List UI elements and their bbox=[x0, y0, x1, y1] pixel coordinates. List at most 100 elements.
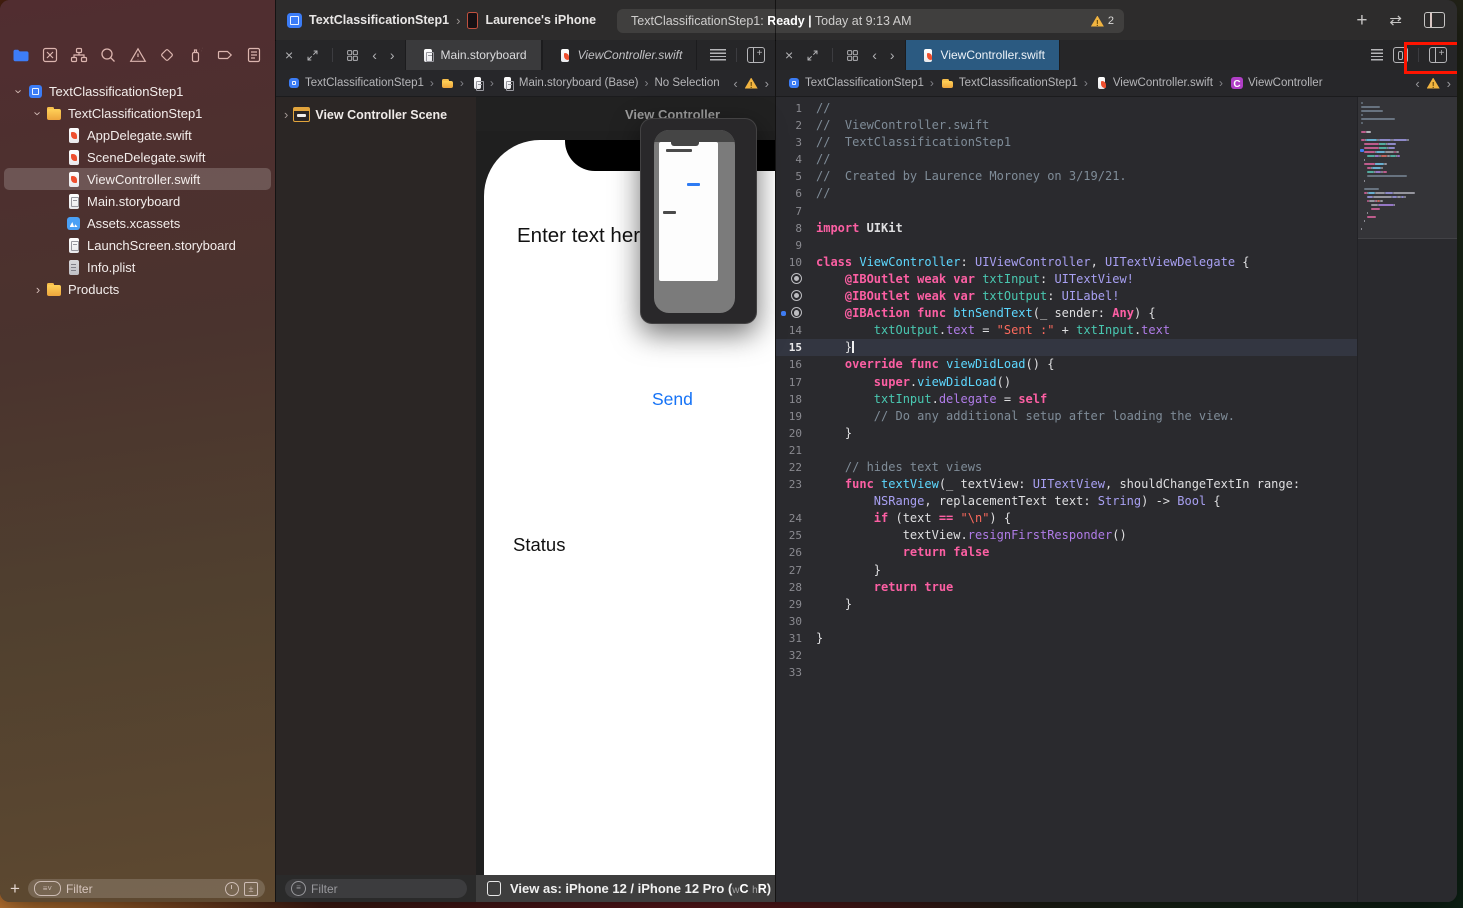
issue-navigator-icon[interactable] bbox=[129, 46, 147, 64]
device-bar[interactable]: View as: iPhone 12 / iPhone 12 Pro (wC h… bbox=[476, 875, 775, 902]
text-view-placeholder[interactable]: Enter text here bbox=[517, 224, 651, 248]
warning-icon[interactable] bbox=[1091, 16, 1104, 27]
focus-editor-icon[interactable] bbox=[306, 49, 319, 62]
run-destination[interactable]: Laurence's iPhone bbox=[485, 13, 596, 27]
minimap[interactable] bbox=[1357, 97, 1457, 902]
code-line[interactable]: 26 return false bbox=[776, 544, 1358, 561]
pane-divider[interactable] bbox=[775, 0, 776, 902]
view-controller-scene-row[interactable]: › View Controller Scene bbox=[284, 107, 476, 122]
code-line[interactable]: 15 } bbox=[776, 339, 1358, 356]
warning-icon[interactable] bbox=[745, 78, 758, 89]
disclosure-chevron-icon[interactable]: › bbox=[284, 107, 288, 122]
test-navigator-icon[interactable] bbox=[158, 46, 176, 64]
breadcrumb-item[interactable]: TextClassificationStep1 bbox=[940, 77, 1078, 89]
code-line[interactable]: 14 txtOutput.text = "Sent :" + txtInput.… bbox=[776, 322, 1358, 339]
code-line[interactable]: 8import UIKit bbox=[776, 220, 1358, 237]
outline-filter-field[interactable]: ≡ Filter bbox=[285, 879, 467, 898]
library-plus-icon[interactable]: + bbox=[1356, 11, 1367, 30]
file-row[interactable]: ›TextClassificationStep1 bbox=[4, 80, 271, 102]
code-line[interactable]: 4// bbox=[776, 151, 1358, 168]
screenshot-drag-preview[interactable] bbox=[640, 118, 757, 324]
add-file-button[interactable]: + bbox=[10, 879, 20, 899]
send-button[interactable]: Send bbox=[652, 389, 693, 410]
scheme-name[interactable]: TextClassificationStep1 bbox=[309, 13, 449, 27]
file-row[interactable]: ›Info.plist bbox=[4, 256, 271, 278]
tab-viewcontroller-preview[interactable]: ViewController.swift bbox=[542, 40, 698, 70]
report-navigator-icon[interactable] bbox=[245, 46, 263, 64]
code-line[interactable]: @IBAction func btnSendText(_ sender: Any… bbox=[776, 305, 1358, 322]
source-control-navigator-icon[interactable] bbox=[41, 46, 59, 64]
code-line[interactable]: 20 } bbox=[776, 425, 1358, 442]
recent-files-icon[interactable] bbox=[225, 882, 239, 896]
code-line[interactable]: 18 txtInput.delegate = self bbox=[776, 391, 1358, 408]
breadcrumb-item[interactable]: No Selection bbox=[654, 77, 719, 89]
file-row[interactable]: ›SceneDelegate.swift bbox=[4, 146, 271, 168]
project-navigator-icon[interactable] bbox=[12, 46, 30, 64]
prev-issue-icon[interactable]: ‹ bbox=[733, 76, 737, 91]
close-editor-icon[interactable]: × bbox=[285, 48, 293, 62]
disclosure-chevron-icon[interactable]: › bbox=[31, 106, 46, 120]
adjust-editor-icon[interactable] bbox=[1371, 49, 1383, 62]
back-icon[interactable]: ‹ bbox=[872, 48, 877, 62]
code-line[interactable]: 29 } bbox=[776, 596, 1358, 613]
add-editor-icon[interactable] bbox=[747, 47, 765, 63]
code-line[interactable]: 3// TextClassificationStep1 bbox=[776, 134, 1358, 151]
code-line[interactable]: 23 func textView(_ textView: UITextView,… bbox=[776, 476, 1358, 493]
debug-navigator-icon[interactable] bbox=[187, 46, 205, 64]
prev-issue-icon[interactable]: ‹ bbox=[1415, 76, 1419, 91]
focus-editor-icon[interactable] bbox=[806, 49, 819, 62]
sourcecontrol-filter-icon[interactable]: ± bbox=[244, 882, 258, 896]
code-review-icon[interactable]: ⇄ bbox=[1389, 11, 1402, 29]
code-line[interactable]: 27 } bbox=[776, 562, 1358, 579]
code-line[interactable]: 32 bbox=[776, 647, 1358, 664]
code-line[interactable]: 5// Created by Laurence Moroney on 3/19/… bbox=[776, 168, 1358, 185]
breadcrumb-item[interactable] bbox=[470, 77, 484, 89]
file-row[interactable]: ›TextClassificationStep1 bbox=[4, 102, 271, 124]
code-line[interactable]: @IBOutlet weak var txtOutput: UILabel! bbox=[776, 288, 1358, 305]
source-editor[interactable]: 1//2// ViewController.swift3// TextClass… bbox=[776, 97, 1457, 902]
code-line[interactable]: NSRange, replacementText text: String) -… bbox=[776, 493, 1358, 510]
file-row[interactable]: ›Assets.xcassets bbox=[4, 212, 271, 234]
file-row[interactable]: ›Products bbox=[4, 278, 271, 300]
file-row[interactable]: ›LaunchScreen.storyboard bbox=[4, 234, 271, 256]
navigator-filter-field[interactable]: ≡˅ Filter ± bbox=[28, 879, 265, 898]
tab-viewcontroller-swift[interactable]: ViewController.swift bbox=[905, 40, 1060, 70]
code-line[interactable]: 9 bbox=[776, 237, 1358, 254]
adjust-editor-icon[interactable] bbox=[710, 49, 726, 62]
code-line[interactable]: 10class ViewController: UIViewController… bbox=[776, 254, 1358, 271]
breadcrumb-item[interactable] bbox=[440, 77, 454, 89]
code-line[interactable]: 31} bbox=[776, 630, 1358, 647]
code-line[interactable]: 19 // Do any additional setup after load… bbox=[776, 408, 1358, 425]
warning-icon[interactable] bbox=[1427, 78, 1440, 89]
next-issue-icon[interactable]: › bbox=[765, 76, 769, 91]
code-line[interactable]: 21 bbox=[776, 442, 1358, 459]
warning-count[interactable]: 2 bbox=[1108, 15, 1114, 27]
code-line[interactable]: 6// bbox=[776, 185, 1358, 202]
breadcrumb-item[interactable]: TextClassificationStep1 bbox=[786, 77, 924, 89]
pane-divider[interactable] bbox=[275, 0, 276, 902]
code-line[interactable]: 2// ViewController.swift bbox=[776, 117, 1358, 134]
breadcrumb-item[interactable]: ViewController bbox=[1229, 77, 1323, 89]
forward-icon[interactable]: › bbox=[390, 48, 395, 62]
next-issue-icon[interactable]: › bbox=[1447, 76, 1451, 91]
disclosure-chevron-icon[interactable]: › bbox=[12, 84, 27, 98]
file-row[interactable]: ›Main.storyboard bbox=[4, 190, 271, 212]
code-line[interactable]: 16 override func viewDidLoad() { bbox=[776, 356, 1358, 373]
forward-icon[interactable]: › bbox=[890, 48, 895, 62]
status-label[interactable]: Status bbox=[513, 534, 565, 556]
related-items-icon[interactable] bbox=[846, 49, 859, 62]
code-line[interactable]: 1// bbox=[776, 100, 1358, 117]
file-row[interactable]: ›AppDelegate.swift bbox=[4, 124, 271, 146]
code-line[interactable]: 25 textView.resignFirstResponder() bbox=[776, 527, 1358, 544]
breadcrumb-item[interactable]: ViewController.swift bbox=[1094, 77, 1213, 89]
code-line[interactable]: 7 bbox=[776, 203, 1358, 220]
breadcrumb-item[interactable]: Main.storyboard (Base) bbox=[500, 77, 639, 89]
code-line[interactable]: 22 // hides text views bbox=[776, 459, 1358, 476]
toggle-inspector-icon[interactable] bbox=[1424, 12, 1445, 28]
back-icon[interactable]: ‹ bbox=[372, 48, 377, 62]
breadcrumb-item[interactable]: TextClassificationStep1 bbox=[286, 77, 424, 89]
breakpoint-navigator-icon[interactable] bbox=[216, 46, 234, 64]
code-line[interactable]: 33 bbox=[776, 664, 1358, 681]
symbol-navigator-icon[interactable] bbox=[70, 46, 88, 64]
code-line[interactable]: @IBOutlet weak var txtInput: UITextView! bbox=[776, 271, 1358, 288]
